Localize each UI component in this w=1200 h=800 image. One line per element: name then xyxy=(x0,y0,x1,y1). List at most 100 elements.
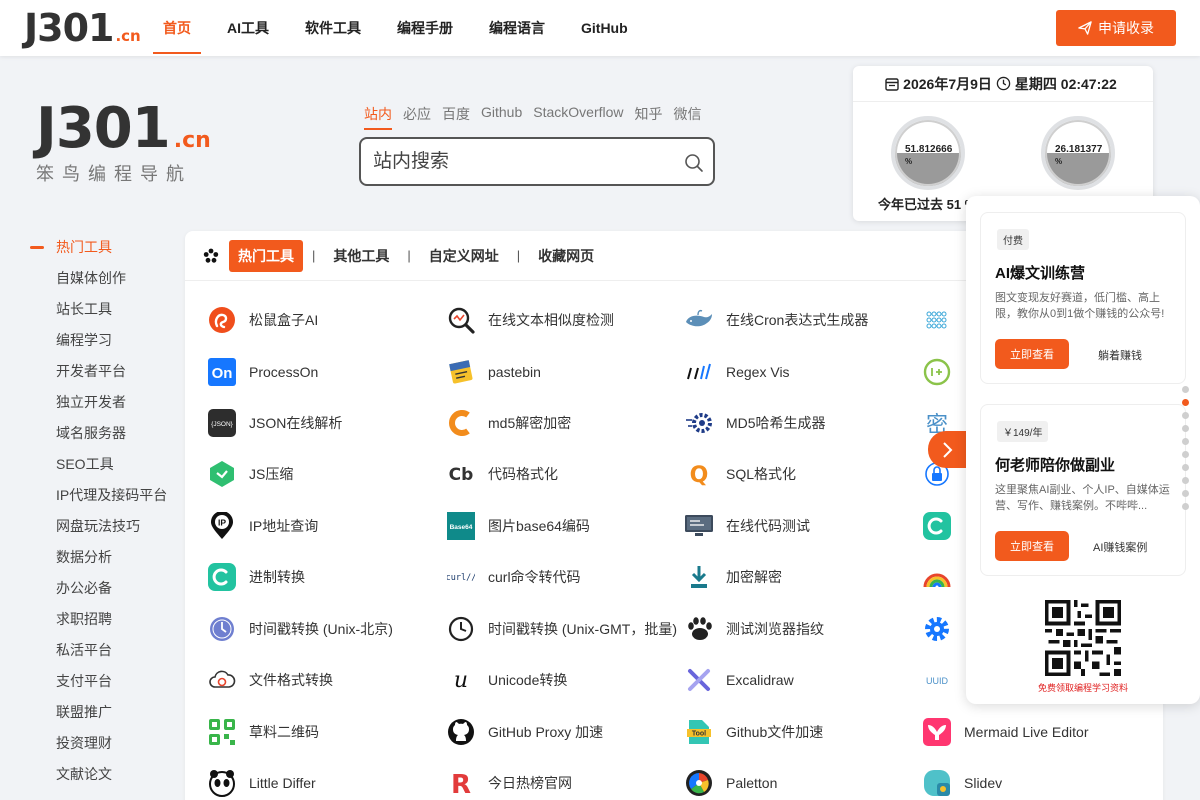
tool-item[interactable]: MD5哈希生成器 xyxy=(684,405,826,441)
sidebar-item-data-analysis[interactable]: 数据分析 xyxy=(30,542,180,573)
nav-programming-languages[interactable]: 编程语言 xyxy=(476,0,558,56)
dot[interactable] xyxy=(1182,438,1189,445)
tool-item[interactable]: 在线Cron表达式生成器 xyxy=(684,302,868,338)
ad-view-button[interactable]: 立即查看 xyxy=(995,531,1069,561)
sidebar-item-webmaster-tools[interactable]: 站长工具 xyxy=(30,294,180,325)
sidebar-item-payment[interactable]: 支付平台 xyxy=(30,666,180,697)
tool-item[interactable] xyxy=(922,354,964,390)
ad-link[interactable]: AI赚钱案例 xyxy=(1093,539,1147,555)
ad-link[interactable]: 躺着赚钱 xyxy=(1098,347,1142,363)
sidebar-item-investment[interactable]: 投资理财 xyxy=(30,728,180,759)
dot[interactable] xyxy=(1182,503,1189,510)
sidebar-item-papers[interactable]: 文献论文 xyxy=(30,759,180,790)
search-engine-zhihu[interactable]: 知乎 xyxy=(635,104,663,130)
ad-view-button[interactable]: 立即查看 xyxy=(995,339,1069,369)
dot[interactable] xyxy=(1182,412,1189,419)
tool-item[interactable]: Excalidraw xyxy=(684,662,794,698)
tab-bookmarks[interactable]: 收藏网页 xyxy=(529,240,603,272)
tool-item[interactable]: On ProcessOn xyxy=(207,354,318,390)
sidebar-item-netdisk[interactable]: 网盘玩法技巧 xyxy=(30,511,180,542)
dot-active[interactable] xyxy=(1182,399,1189,406)
sidebar-item-office[interactable]: 办公必备 xyxy=(30,573,180,604)
search-engine-bing[interactable]: 必应 xyxy=(403,104,431,130)
tool-item[interactable]: Slidev xyxy=(922,765,1002,800)
sidebar-item-seo-tools[interactable]: SEO工具 xyxy=(30,449,180,480)
dot[interactable] xyxy=(1182,386,1189,393)
site-logo[interactable]: J301 .cn xyxy=(24,6,141,50)
tool-item[interactable]: 时间戳转换 (Unix-北京) xyxy=(207,611,393,647)
tool-item[interactable]: 松鼠盒子AI xyxy=(207,302,318,338)
ad-description: 这里聚焦AI副业、个人IP、自媒体运营、写作、赚钱案例。不哔哔... xyxy=(995,484,1170,512)
dot[interactable] xyxy=(1182,477,1189,484)
tool-item[interactable] xyxy=(922,559,964,595)
tool-item[interactable]: Regex Vis xyxy=(684,354,790,390)
tool-item[interactable]: Tool Github文件加速 xyxy=(684,714,823,750)
tool-item[interactable]: Mermaid Live Editor xyxy=(922,714,1089,750)
dot[interactable] xyxy=(1182,425,1189,432)
search-engine-site[interactable]: 站内 xyxy=(364,104,392,130)
sidebar-item-ip-proxy[interactable]: IP代理及接码平台 xyxy=(30,480,180,511)
tool-item[interactable]: Paletton xyxy=(684,765,777,800)
dot[interactable] xyxy=(1182,490,1189,497)
sidebar-item-developer-platforms[interactable]: 开发者平台 xyxy=(30,356,180,387)
apply-listing-button[interactable]: 申请收录 xyxy=(1056,10,1176,46)
sidebar-item-self-media[interactable]: 自媒体创作 xyxy=(30,263,180,294)
tool-item[interactable]: md5解密加密 xyxy=(446,405,571,441)
tool-item[interactable]: GitHub Proxy 加速 xyxy=(446,714,603,750)
qrcode-green-icon xyxy=(207,717,237,747)
sidebar-item-indie-developers[interactable]: 独立开发者 xyxy=(30,387,180,418)
sidebar-item-freelance[interactable]: 私活平台 xyxy=(30,635,180,666)
svg-text:{JSON}: {JSON} xyxy=(211,421,234,428)
tool-item[interactable]: IP IP地址查询 xyxy=(207,508,318,544)
search-engine-wechat[interactable]: 微信 xyxy=(674,104,702,130)
nav-home[interactable]: 首页 xyxy=(150,0,204,56)
nav-software-tools[interactable]: 软件工具 xyxy=(292,0,374,56)
nav-programming-manual[interactable]: 编程手册 xyxy=(384,0,466,56)
tool-item[interactable]: 进制转换 xyxy=(207,559,305,595)
tab-other-tools[interactable]: 其他工具 xyxy=(324,240,398,272)
tool-item[interactable]: pastebin xyxy=(446,354,541,390)
tool-item[interactable]: curl// curl命令转代码 xyxy=(446,559,581,595)
sidebar-item-domains-servers[interactable]: 域名服务器 xyxy=(30,418,180,449)
nav-github[interactable]: GitHub xyxy=(568,0,641,56)
hexagon-icon xyxy=(207,459,237,489)
pastebin-icon xyxy=(446,357,476,387)
tool-item[interactable]: UUID xyxy=(922,662,964,698)
tool-item[interactable]: 加密解密 xyxy=(684,559,782,595)
tool-item[interactable] xyxy=(922,302,964,338)
search-icon[interactable] xyxy=(684,153,704,173)
tool-item[interactable]: 文件格式转换 xyxy=(207,662,333,698)
tool-item[interactable]: u Unicode转换 xyxy=(446,662,567,698)
site-tagline: 笨鸟编程导航 xyxy=(36,164,192,184)
tool-item[interactable]: 在线代码测试 xyxy=(684,508,810,544)
tool-item[interactable]: JS压缩 xyxy=(207,456,293,492)
tool-item[interactable]: 在线文本相似度检测 xyxy=(446,302,614,338)
tool-item[interactable]: Q SQL格式化 xyxy=(684,456,796,492)
search-engine-baidu[interactable]: 百度 xyxy=(442,104,470,130)
dot[interactable] xyxy=(1182,451,1189,458)
regex-icon xyxy=(684,357,714,387)
tool-item[interactable]: 草料二维码 xyxy=(207,714,319,750)
nav-ai-tools[interactable]: AI工具 xyxy=(214,0,282,56)
tool-item[interactable]: Base64 图片base64编码 xyxy=(446,508,590,544)
tool-item[interactable]: Little Differ xyxy=(207,765,316,800)
tool-item[interactable] xyxy=(922,508,964,544)
dot[interactable] xyxy=(1182,464,1189,471)
tool-item[interactable]: Cb 代码格式化 xyxy=(446,456,558,492)
tab-custom-urls[interactable]: 自定义网址 xyxy=(420,240,508,272)
panel-toggle-button[interactable] xyxy=(928,431,966,468)
search-engine-github[interactable]: Github xyxy=(481,104,522,130)
tool-item[interactable] xyxy=(922,611,964,647)
sidebar-item-hot-tools[interactable]: 热门工具 xyxy=(30,232,180,263)
tool-item[interactable]: 测试浏览器指纹 xyxy=(684,611,824,647)
cb-icon: Cb xyxy=(446,459,476,489)
sidebar-item-jobs[interactable]: 求职招聘 xyxy=(30,604,180,635)
tool-item[interactable]: {JSON} JSON在线解析 xyxy=(207,405,342,441)
sidebar-item-affiliate[interactable]: 联盟推广 xyxy=(30,697,180,728)
search-engine-stackoverflow[interactable]: StackOverflow xyxy=(533,104,623,130)
sidebar-item-programming-learning[interactable]: 编程学习 xyxy=(30,325,180,356)
tab-hot-tools[interactable]: 热门工具 xyxy=(229,239,303,272)
search-input[interactable] xyxy=(373,149,663,175)
tool-item[interactable]: R 今日热榜官网 xyxy=(446,765,572,800)
tool-item[interactable]: 时间戳转换 (Unix-GMT，批量) xyxy=(446,611,677,647)
